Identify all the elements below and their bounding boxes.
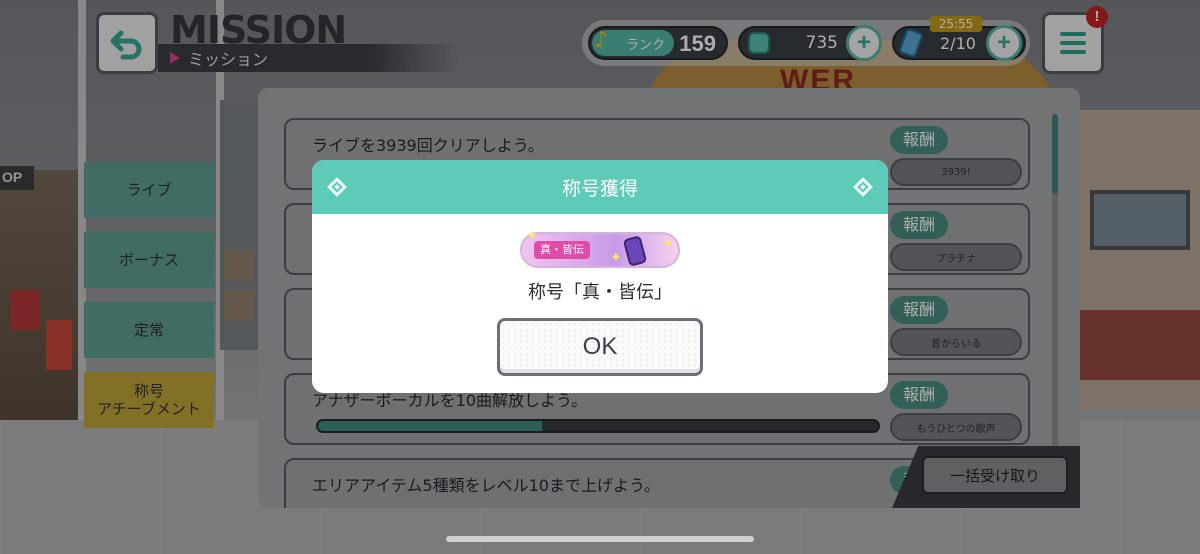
can-icon (622, 235, 648, 267)
title-plate-image: 真・皆伝 ✦ ✦ ✦ (520, 228, 680, 268)
diamond-ornament-icon (853, 177, 873, 197)
title-plate-tag: 真・皆伝 (534, 241, 590, 259)
star-icon: ✦ (662, 236, 674, 252)
title-acquired-dialog: 称号獲得 真・皆伝 ✦ ✦ ✦ 称号「真・皆伝」 OK (312, 160, 888, 393)
acquired-title-name: 称号「真・皆伝」 (528, 282, 672, 303)
dialog-header: 称号獲得 (312, 160, 888, 214)
dialog-title: 称号獲得 (561, 177, 638, 200)
ok-button[interactable]: OK (497, 318, 703, 376)
diamond-ornament-icon (327, 177, 347, 197)
star-icon: ✦ (526, 228, 538, 244)
star-icon: ✦ (610, 250, 622, 266)
home-indicator (446, 536, 754, 542)
